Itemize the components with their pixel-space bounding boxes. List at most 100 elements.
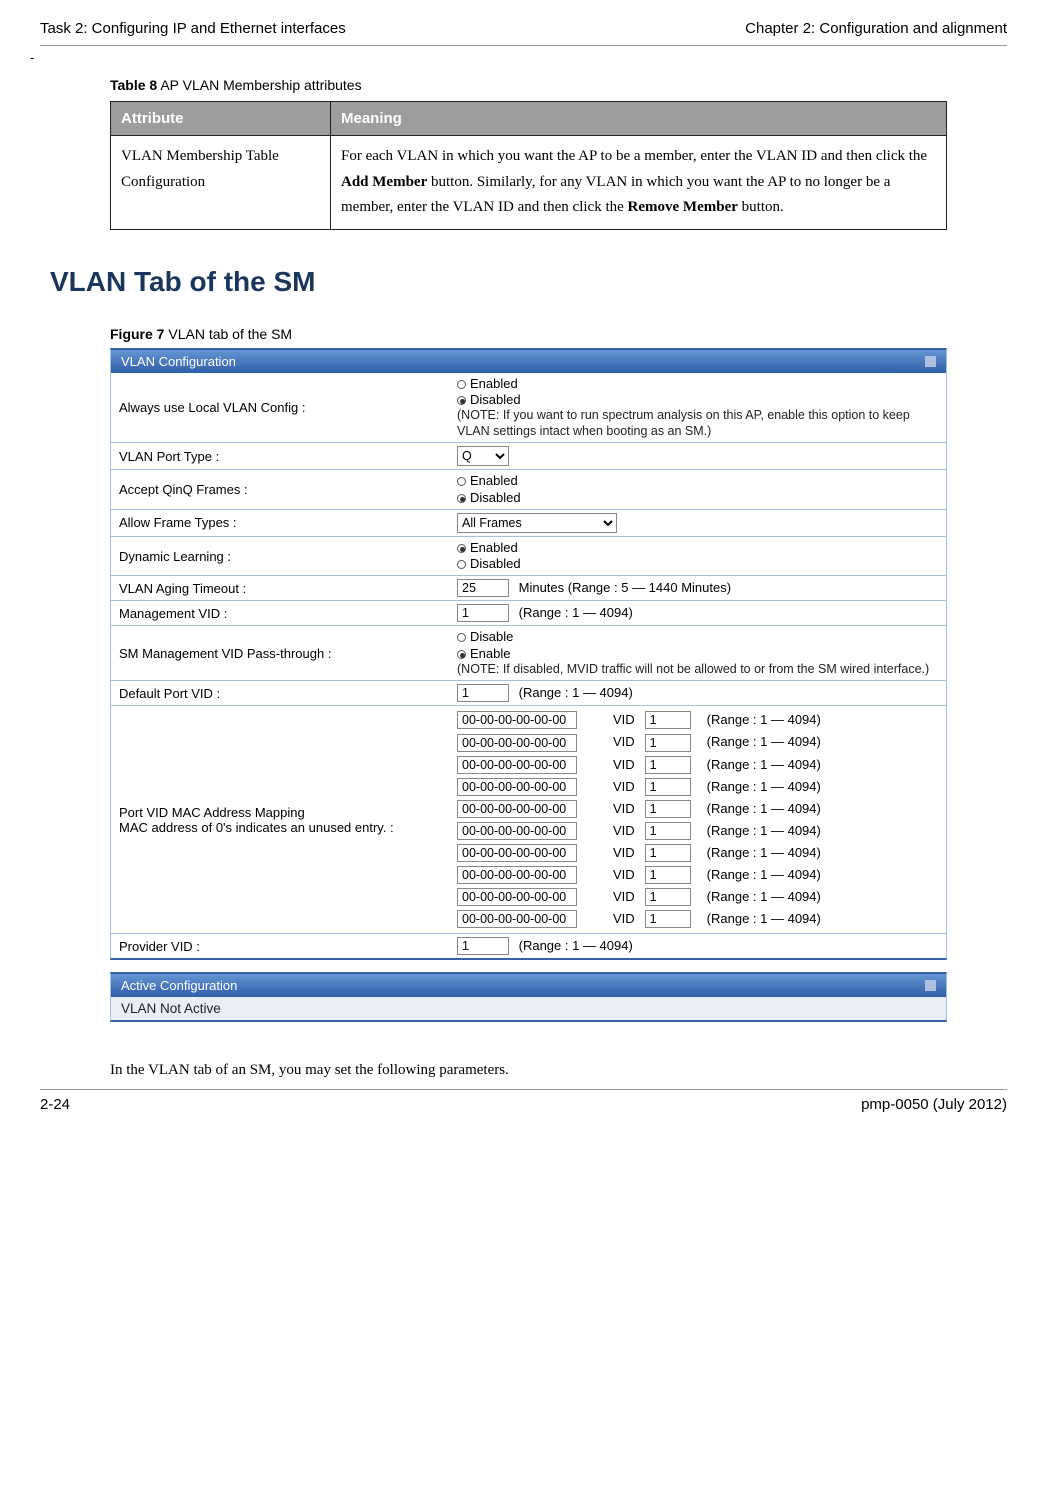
mac-mapping-row: VID (Range : 1 — 4094) [457, 709, 938, 731]
section-heading-vlan-sm: VLAN Tab of the SM [50, 266, 947, 298]
panel-title-label: VLAN Configuration [121, 354, 236, 369]
range-mac-vid: (Range : 1 — 4094) [707, 842, 821, 864]
input-mac-vid[interactable] [645, 822, 691, 840]
header-rule [40, 45, 1007, 46]
select-port-type[interactable]: Q [457, 446, 509, 466]
input-mac-vid[interactable] [645, 756, 691, 774]
bottom-paragraph: In the VLAN tab of an SM, you may set th… [110, 1062, 947, 1079]
range-mac-vid: (Range : 1 — 4094) [707, 731, 821, 753]
range-provider-vid: (Range : 1 — 4094) [519, 938, 633, 953]
vid-label: VID [613, 798, 635, 820]
table8: Attribute Meaning VLAN Membership Table … [110, 101, 947, 230]
input-mac-address[interactable] [457, 778, 577, 796]
label-aging: VLAN Aging Timeout : [111, 576, 449, 601]
vlan-config-panel: VLAN Configuration Always use Local VLAN… [110, 348, 947, 961]
vid-label: VID [613, 731, 635, 753]
input-mac-vid[interactable] [645, 888, 691, 906]
radio-dynlearn-enabled[interactable]: Enabled [457, 540, 938, 556]
figure7-caption: Figure 7 VLAN tab of the SM [110, 326, 947, 342]
label-port-type: VLAN Port Type : [111, 443, 449, 470]
table8-caption-rest: AP VLAN Membership attributes [157, 77, 361, 93]
range-mac-vid: (Range : 1 — 4094) [707, 754, 821, 776]
config-table: Always use Local VLAN Config : Enabled D… [111, 373, 946, 959]
mac-mapping-row: VID (Range : 1 — 4094) [457, 820, 938, 842]
vid-label: VID [613, 864, 635, 886]
input-mac-address[interactable] [457, 888, 577, 906]
label-passthrough: SM Management VID Pass-through : [111, 626, 449, 681]
input-mac-address[interactable] [457, 800, 577, 818]
mac-mapping-row: VID (Range : 1 — 4094) [457, 798, 938, 820]
range-default-port-vid: (Range : 1 — 4094) [519, 685, 633, 700]
active-panel-title-label: Active Configuration [121, 978, 237, 993]
vid-label: VID [613, 776, 635, 798]
radio-qinq-enabled[interactable]: Enabled [457, 473, 938, 489]
range-mac-vid: (Range : 1 — 4094) [707, 864, 821, 886]
radio-qinq-disabled[interactable]: Disabled [457, 490, 938, 506]
mac-mapping-row: VID (Range : 1 — 4094) [457, 776, 938, 798]
range-mac-vid: (Range : 1 — 4094) [707, 798, 821, 820]
input-mac-address[interactable] [457, 822, 577, 840]
input-mac-address[interactable] [457, 844, 577, 862]
range-mac-vid: (Range : 1 — 4094) [707, 886, 821, 908]
dash-mark: - [30, 50, 1007, 65]
input-mac-vid[interactable] [645, 778, 691, 796]
footer-right: pmp-0050 (July 2012) [861, 1096, 1007, 1113]
mac-mapping-row: VID (Range : 1 — 4094) [457, 731, 938, 753]
label-always-local: Always use Local VLAN Config : [111, 373, 449, 443]
figure7-caption-bold: Figure 7 [110, 326, 164, 342]
panel-title-vlan-config[interactable]: VLAN Configuration [111, 350, 946, 373]
range-mac-vid: (Range : 1 — 4094) [707, 820, 821, 842]
radio-dynlearn-disabled[interactable]: Disabled [457, 556, 938, 572]
input-mac-vid[interactable] [645, 800, 691, 818]
label-qinq: Accept QinQ Frames : [111, 470, 449, 510]
note-always-local: (NOTE: If you want to run spectrum analy… [457, 408, 938, 439]
mac-mapping-row: VID (Range : 1 — 4094) [457, 908, 938, 930]
active-config-panel: Active Configuration VLAN Not Active [110, 972, 947, 1022]
input-mac-vid[interactable] [645, 734, 691, 752]
mac-mapping-row: VID(Range : 1 — 4094) [457, 842, 938, 864]
input-mac-vid[interactable] [645, 866, 691, 884]
input-mgmt-vid[interactable] [457, 604, 509, 622]
input-aging[interactable] [457, 579, 509, 597]
radio-always-local-enabled[interactable]: Enabled [457, 376, 938, 392]
table-row: VLAN Membership Table Configuration For … [111, 136, 947, 230]
table8-attr-cell: VLAN Membership Table Configuration [111, 136, 331, 230]
vid-label: VID [613, 709, 635, 731]
input-mac-address[interactable] [457, 910, 577, 928]
input-mac-vid[interactable] [645, 844, 691, 862]
panel-title-active-config[interactable]: Active Configuration [111, 974, 946, 997]
input-provider-vid[interactable] [457, 937, 509, 955]
select-allow-frames[interactable]: All Frames [457, 513, 617, 533]
range-aging: Minutes (Range : 5 — 1440 Minutes) [519, 580, 731, 595]
mac-mapping-block: VID (Range : 1 — 4094) VID (Range : 1 — 409… [457, 709, 938, 930]
label-provider-vid: Provider VID : [111, 934, 449, 959]
table8-header-attr: Attribute [111, 102, 331, 136]
radio-always-local-disabled[interactable]: Disabled [457, 392, 938, 408]
vid-label: VID [613, 908, 635, 930]
input-mac-address[interactable] [457, 734, 577, 752]
input-default-port-vid[interactable] [457, 684, 509, 702]
footer-left: 2-24 [40, 1096, 70, 1113]
range-mgmt-vid: (Range : 1 — 4094) [519, 605, 633, 620]
range-mac-vid: (Range : 1 — 4094) [707, 908, 821, 930]
table8-caption: Table 8 AP VLAN Membership attributes [110, 77, 947, 93]
vid-label: VID [613, 820, 635, 842]
label-allow-frames: Allow Frame Types : [111, 509, 449, 536]
range-mac-vid: (Range : 1 — 4094) [707, 776, 821, 798]
vlan-not-active-text: VLAN Not Active [111, 997, 946, 1020]
input-mac-vid[interactable] [645, 910, 691, 928]
table8-meaning-cell: For each VLAN in which you want the AP t… [331, 136, 947, 230]
collapse-icon[interactable] [925, 980, 936, 991]
input-mac-address[interactable] [457, 866, 577, 884]
input-mac-address[interactable] [457, 711, 577, 729]
radio-pass-enable[interactable]: Enable [457, 646, 938, 662]
radio-pass-disable[interactable]: Disable [457, 629, 938, 645]
input-mac-address[interactable] [457, 756, 577, 774]
input-mac-vid[interactable] [645, 711, 691, 729]
collapse-icon[interactable] [925, 356, 936, 367]
label-default-port-vid: Default Port VID : [111, 681, 449, 706]
label-dyn-learn: Dynamic Learning : [111, 536, 449, 576]
table8-caption-bold: Table 8 [110, 77, 157, 93]
range-mac-vid: (Range : 1 — 4094) [707, 709, 821, 731]
vid-label: VID [613, 754, 635, 776]
